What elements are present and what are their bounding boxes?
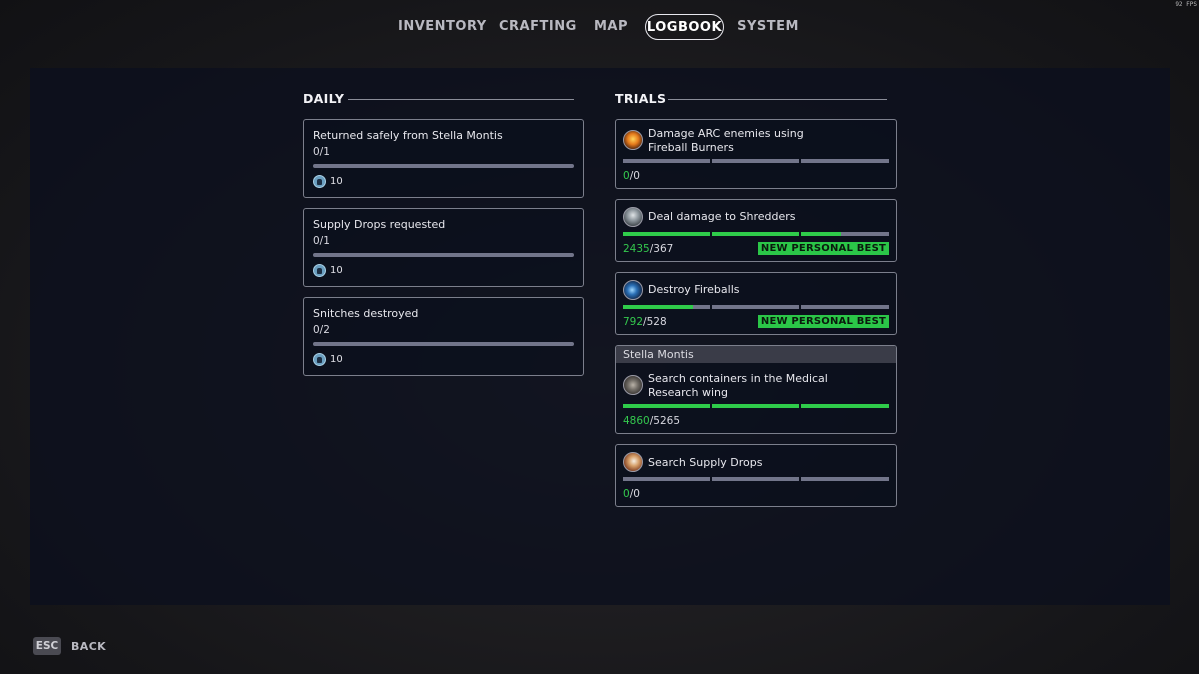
challenge-progress: 0/2 (313, 324, 330, 336)
challenge-progress: 0/1 (313, 146, 330, 158)
tab-inventory[interactable]: INVENTORY (398, 14, 486, 40)
segment-fill (623, 232, 710, 236)
shredder-icon (623, 207, 643, 227)
trial-current: 792 (623, 316, 644, 328)
segment-fill (801, 404, 889, 408)
progress-segment (623, 159, 710, 163)
segment-fill (623, 404, 710, 408)
top-navigation: INVENTORY CRAFTING MAP LOGBOOK SYSTEM (0, 14, 1199, 42)
trial-current: 0 (623, 170, 630, 182)
progress-segment (801, 305, 889, 309)
coin-icon (313, 175, 326, 188)
progress-segment (712, 404, 799, 408)
challenge-title: Snitches destroyed (313, 307, 419, 320)
trial-target: 367 (653, 243, 674, 255)
trial-progress: 0/0 (623, 488, 640, 500)
trial-progress-bar (623, 305, 889, 309)
progress-segment (623, 477, 710, 481)
progress-segment (712, 477, 799, 481)
trial-group-header: Stella Montis (616, 346, 896, 363)
trial-target: 528 (646, 316, 667, 328)
progress-segment (801, 404, 889, 408)
trial-title: Destroy Fireballs (648, 283, 740, 296)
trial-current: 2435 (623, 243, 650, 255)
personal-best-badge: NEW PERSONAL BEST (757, 242, 889, 255)
trial-progress: 4860/5265 (623, 415, 681, 427)
daily-heading: DAILY (303, 91, 345, 106)
trial-card[interactable]: Destroy Fireballs 792/528 NEW PERSONAL B… (615, 272, 897, 335)
back-button[interactable]: BACK (71, 640, 106, 653)
trial-progress: 792/528 (623, 316, 667, 328)
trial-title: Damage ARC enemies using Fireball Burner… (648, 127, 804, 154)
esc-key-hint[interactable]: ESC (33, 637, 61, 655)
fireball-icon (623, 280, 643, 300)
progress-segment (623, 232, 710, 236)
progress-bar (313, 342, 574, 346)
progress-bar (313, 253, 574, 257)
personal-best-badge: NEW PERSONAL BEST (757, 315, 889, 328)
segment-fill (712, 404, 799, 408)
medical-container-icon (623, 375, 643, 395)
trial-progress-bar (623, 159, 889, 163)
trials-heading: TRIALS (615, 91, 667, 106)
tab-crafting[interactable]: CRAFTING (499, 14, 576, 40)
challenge-progress: 0/1 (313, 235, 330, 247)
trials-divider (668, 99, 887, 100)
tab-logbook[interactable]: LOGBOOK (645, 14, 724, 40)
fireball-burner-icon (623, 130, 643, 150)
reward-amount: 10 (330, 265, 343, 276)
trial-progress-bar (623, 232, 889, 236)
trial-current: 0 (623, 488, 630, 500)
progress-segment (712, 232, 799, 236)
progress-segment (623, 305, 710, 309)
trial-target: 5265 (653, 415, 681, 427)
tab-system[interactable]: SYSTEM (737, 14, 799, 40)
progress-segment (712, 305, 799, 309)
segment-fill (623, 305, 693, 309)
logbook-panel (30, 68, 1170, 605)
coin-icon (313, 264, 326, 277)
trial-current: 4860 (623, 415, 650, 427)
progress-segment (801, 232, 889, 236)
trial-progress: 2435/367 (623, 243, 674, 255)
progress-segment (623, 404, 710, 408)
daily-divider (348, 99, 574, 100)
coin-icon (313, 353, 326, 366)
reward-amount: 10 (330, 354, 343, 365)
trial-target: 0 (633, 170, 640, 182)
tab-map[interactable]: MAP (589, 14, 633, 40)
daily-challenge-card[interactable]: Snitches destroyed 0/2 10 (303, 297, 584, 376)
trial-group-card[interactable]: Stella Montis Search containers in the M… (615, 345, 897, 434)
challenge-title: Returned safely from Stella Montis (313, 129, 503, 142)
daily-challenge-card[interactable]: Returned safely from Stella Montis 0/1 1… (303, 119, 584, 198)
progress-bar (313, 164, 574, 168)
challenge-title: Supply Drops requested (313, 218, 446, 231)
supply-drop-icon (623, 452, 643, 472)
reward-amount: 10 (330, 176, 343, 187)
progress-segment (801, 477, 889, 481)
daily-challenge-card[interactable]: Supply Drops requested 0/1 10 (303, 208, 584, 287)
trial-progress-bar (623, 404, 889, 408)
trial-group-name: Stella Montis (623, 348, 694, 361)
trial-title: Search Supply Drops (648, 456, 763, 469)
fps-counter: 92 FPS (1175, 1, 1197, 8)
trial-title: Deal damage to Shredders (648, 210, 796, 223)
trial-card[interactable]: Deal damage to Shredders 2435/367 NEW PE… (615, 199, 897, 262)
trial-title: Search containers in the Medical Researc… (648, 372, 828, 399)
trial-progress: 0/0 (623, 170, 640, 182)
trial-target: 0 (633, 488, 640, 500)
trial-card[interactable]: Search Supply Drops 0/0 (615, 444, 897, 507)
trial-card[interactable]: Damage ARC enemies using Fireball Burner… (615, 119, 897, 189)
segment-fill (712, 232, 799, 236)
progress-segment (801, 159, 889, 163)
trial-progress-bar (623, 477, 889, 481)
segment-fill (801, 232, 841, 236)
progress-segment (712, 159, 799, 163)
